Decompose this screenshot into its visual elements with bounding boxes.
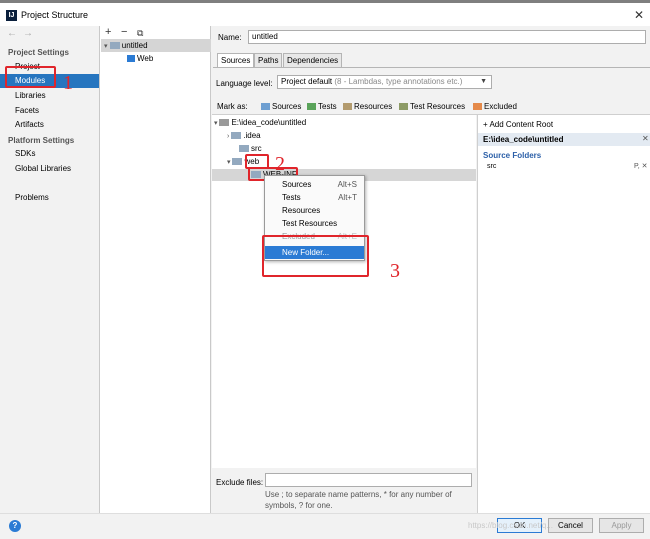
- menu-item-label: Sources: [282, 180, 312, 189]
- source-folders-heading: Source Folders: [483, 151, 542, 160]
- language-level-label: Language level:: [216, 79, 273, 88]
- module-label: untitled: [121, 41, 148, 50]
- tree-item-src[interactable]: src: [239, 144, 262, 153]
- tab-divider: [213, 67, 650, 68]
- mark-tests-button[interactable]: Tests: [307, 102, 337, 111]
- annotation-number-2: 2: [275, 153, 285, 175]
- language-level-value: Project default: [281, 77, 333, 86]
- menu-shortcut: Alt+T: [338, 193, 357, 202]
- menu-item-tests[interactable]: Tests Alt+T: [265, 191, 364, 204]
- remove-module-icon[interactable]: −: [121, 26, 127, 38]
- tree-item-label: .idea: [243, 131, 261, 140]
- expand-arrow-icon: ▾: [104, 43, 108, 50]
- module-folder-icon: [109, 42, 120, 49]
- language-level-select[interactable]: Project default (8 - Lambdas, type annot…: [277, 75, 492, 89]
- dropdown-caret-icon: ▼: [480, 78, 487, 85]
- modules-tree-panel: [100, 26, 211, 513]
- watermark: https://blog.csdn.net/q...: [468, 521, 553, 530]
- resources-folder-icon: [343, 103, 352, 110]
- help-icon[interactable]: ?: [9, 520, 21, 532]
- annotation-box-1: [5, 66, 56, 88]
- folder-icon: [232, 158, 243, 165]
- tree-item-idea[interactable]: › .idea: [227, 131, 261, 140]
- tree-item-label: src: [251, 144, 262, 153]
- menu-item-label: Tests: [282, 193, 301, 202]
- mark-resources-label: Resources: [354, 102, 393, 111]
- sidebar-item-facets[interactable]: Facets: [0, 104, 99, 118]
- remove-content-root-icon[interactable]: ✕: [642, 134, 649, 143]
- mark-excluded-button[interactable]: Excluded: [473, 102, 517, 111]
- menu-item-label: Resources: [282, 206, 321, 215]
- app-icon: IJ: [6, 10, 17, 21]
- name-label: Name:: [218, 33, 242, 42]
- mark-excluded-label: Excluded: [484, 102, 517, 111]
- apply-button[interactable]: Apply: [599, 518, 644, 533]
- folder-icon: [239, 145, 249, 152]
- source-folder-actions[interactable]: P, ✕: [634, 162, 648, 170]
- annotation-box-new-folder: [262, 235, 369, 277]
- content-root-panel: [477, 115, 650, 513]
- mark-sources-label: Sources: [272, 102, 302, 111]
- menu-shortcut: Alt+S: [337, 180, 357, 189]
- facet-label: Web: [137, 54, 154, 63]
- copy-module-icon[interactable]: ⧉: [137, 28, 143, 39]
- mark-tests-label: Tests: [318, 102, 337, 111]
- folder-icon: [219, 119, 230, 126]
- sidebar-item-sdks[interactable]: SDKs: [0, 147, 99, 161]
- folder-icon: [231, 132, 242, 139]
- sidebar-item-problems[interactable]: Problems: [0, 191, 99, 205]
- menu-item-resources[interactable]: Resources: [265, 204, 364, 217]
- exclude-hint: Use ; to separate name patterns, * for a…: [265, 490, 452, 510]
- mark-as-label: Mark as:: [217, 102, 248, 111]
- section-project-settings: Project Settings: [8, 48, 69, 57]
- section-platform-settings: Platform Settings: [8, 136, 75, 145]
- mark-resources-button[interactable]: Resources: [343, 102, 392, 111]
- close-icon[interactable]: ✕: [634, 8, 644, 22]
- sources-folder-icon: [261, 103, 270, 110]
- tree-root[interactable]: ▾ E:\idea_code\untitled: [214, 118, 306, 127]
- add-module-icon[interactable]: +: [105, 26, 111, 38]
- back-arrow-icon[interactable]: ←: [7, 28, 17, 39]
- menu-item-test-resources[interactable]: Test Resources: [265, 217, 364, 230]
- mark-test-resources-button[interactable]: Test Resources: [399, 102, 465, 111]
- tab-sources[interactable]: Sources: [217, 53, 255, 68]
- add-content-root-button[interactable]: + Add Content Root: [483, 120, 553, 129]
- web-facet-icon: [127, 55, 135, 62]
- module-untitled[interactable]: ▾ untitled: [104, 39, 148, 52]
- exclude-files-input[interactable]: [265, 473, 472, 487]
- sidebar-item-global-libraries[interactable]: Global Libraries: [0, 162, 99, 176]
- title-bar: IJ Project Structure ✕: [0, 0, 650, 26]
- exclude-files-label: Exclude files:: [216, 478, 264, 487]
- tab-paths[interactable]: Paths: [254, 53, 283, 68]
- content-root-path: E:\idea_code\untitled: [483, 135, 564, 144]
- language-level-hint: (8 - Lambdas, type annotations etc.): [334, 77, 463, 86]
- menu-item-sources[interactable]: Sources Alt+S: [265, 178, 364, 191]
- annotation-number-1: 1: [63, 72, 73, 94]
- name-input[interactable]: untitled: [248, 30, 646, 44]
- forward-arrow-icon[interactable]: →: [23, 28, 33, 39]
- test-resources-folder-icon: [399, 103, 408, 110]
- tests-folder-icon: [307, 103, 316, 110]
- mark-sources-button[interactable]: Sources: [261, 102, 301, 111]
- excluded-folder-icon: [473, 103, 482, 110]
- tab-dependencies[interactable]: Dependencies: [283, 53, 343, 68]
- facet-web[interactable]: Web: [127, 52, 153, 65]
- source-folder-src: src: [487, 163, 497, 170]
- annotation-number-3: 3: [390, 260, 400, 282]
- menu-item-label: Test Resources: [282, 219, 338, 228]
- mark-test-resources-label: Test Resources: [410, 102, 466, 111]
- sidebar-item-libraries[interactable]: Libraries: [0, 89, 99, 103]
- cancel-button[interactable]: Cancel: [548, 518, 593, 533]
- tree-root-label: E:\idea_code\untitled: [231, 118, 307, 127]
- sidebar-item-artifacts[interactable]: Artifacts: [0, 118, 99, 132]
- window-title: Project Structure: [21, 10, 89, 20]
